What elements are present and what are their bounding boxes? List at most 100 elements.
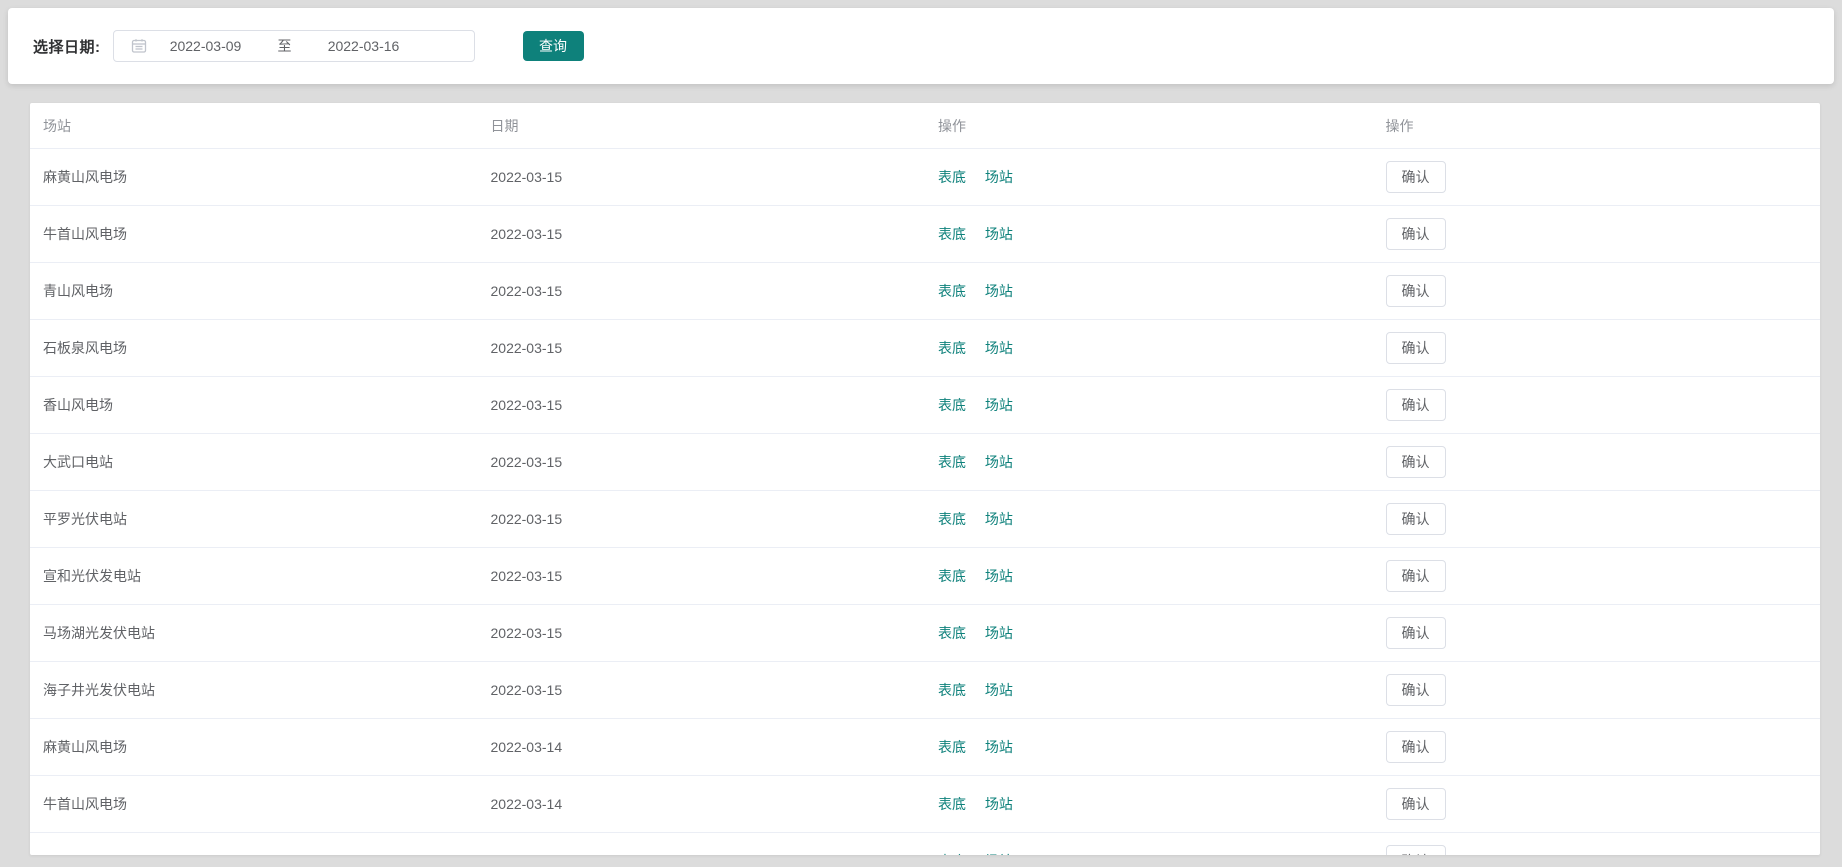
operation-links-cell: 表底 场站: [925, 281, 1373, 301]
data-table: 场站 日期 操作 操作 麻黄山风电场 2022-03-15 表底 场站 确认 牛…: [30, 103, 1820, 855]
operation-confirm-cell: 确认: [1373, 731, 1821, 763]
operation-confirm-cell: 确认: [1373, 788, 1821, 820]
station-link[interactable]: 场站: [985, 682, 1013, 698]
date-cell: 2022-03-15: [478, 169, 926, 185]
station-cell: 牛首山风电场: [30, 224, 478, 244]
report-bottom-link[interactable]: 表底: [938, 283, 966, 299]
confirm-button[interactable]: 确认: [1386, 788, 1446, 820]
operation-links-cell: 表底 场站: [925, 794, 1373, 814]
station-link[interactable]: 场站: [985, 853, 1013, 855]
operation-confirm-cell: 确认: [1373, 332, 1821, 364]
column-header-operation-confirm: 操作: [1373, 116, 1821, 136]
station-cell: 石板泉风电场: [30, 338, 478, 358]
confirm-button[interactable]: 确认: [1386, 218, 1446, 250]
station-cell: 海子井光发伏电站: [30, 680, 478, 700]
operation-links-cell: 表底 场站: [925, 623, 1373, 643]
station-cell: 牛首山风电场: [30, 794, 478, 814]
operation-confirm-cell: 确认: [1373, 275, 1821, 307]
date-cell: 2022-03-14: [478, 739, 926, 755]
operation-confirm-cell: 确认: [1373, 503, 1821, 535]
station-cell: 青山风电场: [30, 281, 478, 301]
report-bottom-link[interactable]: 表底: [938, 568, 966, 584]
confirm-button[interactable]: 确认: [1386, 845, 1446, 855]
date-cell: 2022-03-15: [478, 226, 926, 242]
confirm-button[interactable]: 确认: [1386, 560, 1446, 592]
confirm-button[interactable]: 确认: [1386, 332, 1446, 364]
date-cell: 2022-03-15: [478, 568, 926, 584]
report-bottom-link[interactable]: 表底: [938, 226, 966, 242]
table-row: 牛首山风电场 2022-03-14 表底 场站 确认: [30, 776, 1820, 833]
station-link[interactable]: 场站: [985, 226, 1013, 242]
confirm-button[interactable]: 确认: [1386, 389, 1446, 421]
operation-links-cell: 表底 场站: [925, 851, 1373, 855]
report-bottom-link[interactable]: 表底: [938, 454, 966, 470]
station-cell: 马场湖光发伏电站: [30, 623, 478, 643]
table-row: 香山风电场 2022-03-15 表底 场站 确认: [30, 377, 1820, 434]
start-date-value: 2022-03-09: [147, 38, 265, 54]
confirm-button[interactable]: 确认: [1386, 503, 1446, 535]
operation-confirm-cell: 确认: [1373, 560, 1821, 592]
station-link[interactable]: 场站: [985, 454, 1013, 470]
confirm-button[interactable]: 确认: [1386, 161, 1446, 193]
operation-links-cell: 表底 场站: [925, 452, 1373, 472]
table-row: 宣和光伏发电站 2022-03-15 表底 场站 确认: [30, 548, 1820, 605]
column-header-date: 日期: [478, 116, 926, 136]
table-row: 青山风电场 2022-03-15 表底 场站 确认: [30, 263, 1820, 320]
table-header-row: 场站 日期 操作 操作: [30, 103, 1820, 149]
station-link[interactable]: 场站: [985, 283, 1013, 299]
column-header-station: 场站: [30, 116, 478, 136]
date-cell: 2022-03-15: [478, 454, 926, 470]
confirm-button[interactable]: 确认: [1386, 731, 1446, 763]
date-range-input[interactable]: 2022-03-09 至 2022-03-16: [113, 30, 475, 62]
report-bottom-link[interactable]: 表底: [938, 169, 966, 185]
operation-confirm-cell: 确认: [1373, 845, 1821, 855]
station-link[interactable]: 场站: [985, 511, 1013, 527]
report-bottom-link[interactable]: 表底: [938, 739, 966, 755]
station-link[interactable]: 场站: [985, 340, 1013, 356]
date-range-separator: 至: [265, 36, 305, 56]
report-bottom-link[interactable]: 表底: [938, 340, 966, 356]
operation-links-cell: 表底 场站: [925, 167, 1373, 187]
operation-confirm-cell: 确认: [1373, 161, 1821, 193]
operation-links-cell: 表底 场站: [925, 509, 1373, 529]
confirm-button[interactable]: 确认: [1386, 617, 1446, 649]
operation-links-cell: 表底 场站: [925, 224, 1373, 244]
operation-links-cell: 表底 场站: [925, 680, 1373, 700]
operation-confirm-cell: 确认: [1373, 674, 1821, 706]
operation-confirm-cell: 确认: [1373, 617, 1821, 649]
date-cell: 2022-03-15: [478, 511, 926, 527]
date-cell: 2022-03-14: [478, 796, 926, 812]
report-bottom-link[interactable]: 表底: [938, 853, 966, 855]
report-bottom-link[interactable]: 表底: [938, 397, 966, 413]
date-cell: 2022-03-15: [478, 283, 926, 299]
station-cell: 麻黄山风电场: [30, 737, 478, 757]
report-bottom-link[interactable]: 表底: [938, 511, 966, 527]
date-cell: 2022-03-15: [478, 625, 926, 641]
station-link[interactable]: 场站: [985, 397, 1013, 413]
confirm-button[interactable]: 确认: [1386, 275, 1446, 307]
station-link[interactable]: 场站: [985, 568, 1013, 584]
table-row: 表底 场站 确认: [30, 833, 1820, 855]
station-link[interactable]: 场站: [985, 625, 1013, 641]
station-cell: 宣和光伏发电站: [30, 566, 478, 586]
end-date-value: 2022-03-16: [305, 38, 423, 54]
calendar-icon: [131, 38, 147, 54]
station-link[interactable]: 场站: [985, 739, 1013, 755]
table-row: 麻黄山风电场 2022-03-14 表底 场站 确认: [30, 719, 1820, 776]
report-bottom-link[interactable]: 表底: [938, 682, 966, 698]
confirm-button[interactable]: 确认: [1386, 674, 1446, 706]
report-bottom-link[interactable]: 表底: [938, 796, 966, 812]
table-body: 麻黄山风电场 2022-03-15 表底 场站 确认 牛首山风电场 2022-0…: [30, 149, 1820, 855]
operation-confirm-cell: 确认: [1373, 218, 1821, 250]
query-button[interactable]: 查询: [523, 31, 584, 61]
confirm-button[interactable]: 确认: [1386, 446, 1446, 478]
filter-bar: 选择日期: 2022-03-09 至 2022-03-16 查询: [8, 8, 1834, 84]
table-row: 麻黄山风电场 2022-03-15 表底 场站 确认: [30, 149, 1820, 206]
operation-confirm-cell: 确认: [1373, 389, 1821, 421]
table-row: 海子井光发伏电站 2022-03-15 表底 场站 确认: [30, 662, 1820, 719]
table-row: 平罗光伏电站 2022-03-15 表底 场站 确认: [30, 491, 1820, 548]
station-link[interactable]: 场站: [985, 169, 1013, 185]
station-link[interactable]: 场站: [985, 796, 1013, 812]
report-bottom-link[interactable]: 表底: [938, 625, 966, 641]
column-header-operation-links: 操作: [925, 116, 1373, 136]
